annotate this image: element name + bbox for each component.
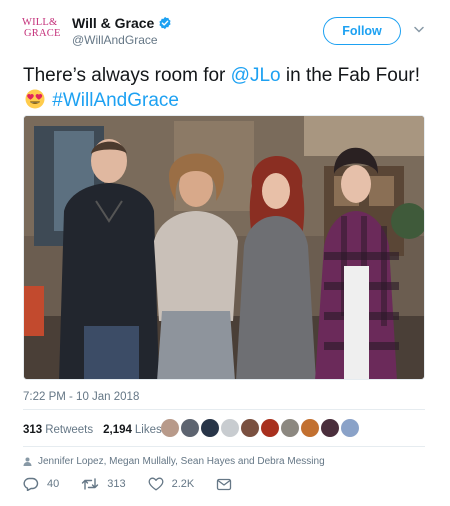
tweet-text-part1: There’s always room for	[23, 65, 231, 86]
liker-avatar[interactable]	[281, 419, 299, 437]
likers-avatars	[161, 419, 361, 437]
envelope-icon	[217, 478, 232, 490]
message-action[interactable]	[216, 478, 240, 491]
like-count: 2.2K	[171, 478, 195, 490]
like-action[interactable]: 2.2K	[148, 477, 195, 491]
liker-avatar[interactable]	[261, 419, 279, 437]
liker-avatar[interactable]	[201, 419, 219, 437]
tweet-timestamp[interactable]: 7:22 PM - 10 Jan 2018	[23, 391, 139, 403]
verified-badge-icon	[159, 16, 171, 30]
reply-icon	[23, 477, 39, 491]
chevron-down-icon[interactable]	[414, 26, 424, 34]
account-avatar-logo[interactable]: WILL& GRACE	[22, 17, 62, 43]
retweet-icon	[82, 478, 99, 490]
likes-label: Likes	[134, 424, 162, 436]
reply-action[interactable]: 40	[23, 477, 59, 491]
account-handle[interactable]: @WillAndGrace	[72, 33, 158, 47]
tweet-actions: 40 313 2.2K	[23, 477, 262, 491]
liker-avatar[interactable]	[181, 419, 199, 437]
hashtag-link[interactable]: #WillAndGrace	[52, 90, 179, 111]
retweets-stat[interactable]: 313 Retweets	[23, 424, 93, 436]
tweet-text: There’s always room for @JLo in the Fab …	[23, 63, 433, 113]
tweet-text-part2: in the Fab Four!	[280, 65, 420, 86]
name-row: Will & Grace	[72, 15, 172, 31]
display-name[interactable]: Will & Grace	[72, 15, 154, 31]
liker-avatar[interactable]	[241, 419, 259, 437]
liker-avatar[interactable]	[301, 419, 319, 437]
logo-line-1: WILL&	[22, 17, 58, 28]
retweets-count: 313	[23, 424, 43, 436]
person-icon	[23, 457, 32, 466]
follow-button[interactable]: Follow	[323, 17, 401, 45]
divider	[23, 409, 425, 410]
liker-avatar[interactable]	[161, 419, 179, 437]
mention-link[interactable]: @JLo	[231, 65, 281, 86]
cast-photo-image	[24, 116, 424, 379]
liker-avatar[interactable]	[321, 419, 339, 437]
likes-count: 2,194	[103, 424, 132, 436]
liker-avatar[interactable]	[221, 419, 239, 437]
tagged-people[interactable]: Jennifer Lopez, Megan Mullally, Sean Hay…	[23, 456, 325, 467]
reply-count: 40	[47, 478, 60, 490]
tweet-header: WILL& GRACE Will & Grace @WillAndGrace F…	[0, 0, 450, 56]
likes-stat[interactable]: 2,194 Likes	[103, 424, 162, 436]
divider	[23, 446, 425, 447]
heart-eyes-emoji-icon	[25, 89, 45, 109]
logo-line-2: GRACE	[24, 28, 61, 39]
retweet-action[interactable]: 313	[81, 477, 126, 491]
tweet-photo[interactable]	[23, 115, 425, 380]
engagement-stats: 313 Retweets 2,194 Likes	[23, 420, 172, 440]
heart-icon	[148, 477, 164, 491]
retweet-count: 313	[107, 478, 126, 490]
retweets-label: Retweets	[45, 424, 94, 436]
tagged-people-text: Jennifer Lopez, Megan Mullally, Sean Hay…	[38, 456, 325, 467]
liker-avatar[interactable]	[341, 419, 359, 437]
